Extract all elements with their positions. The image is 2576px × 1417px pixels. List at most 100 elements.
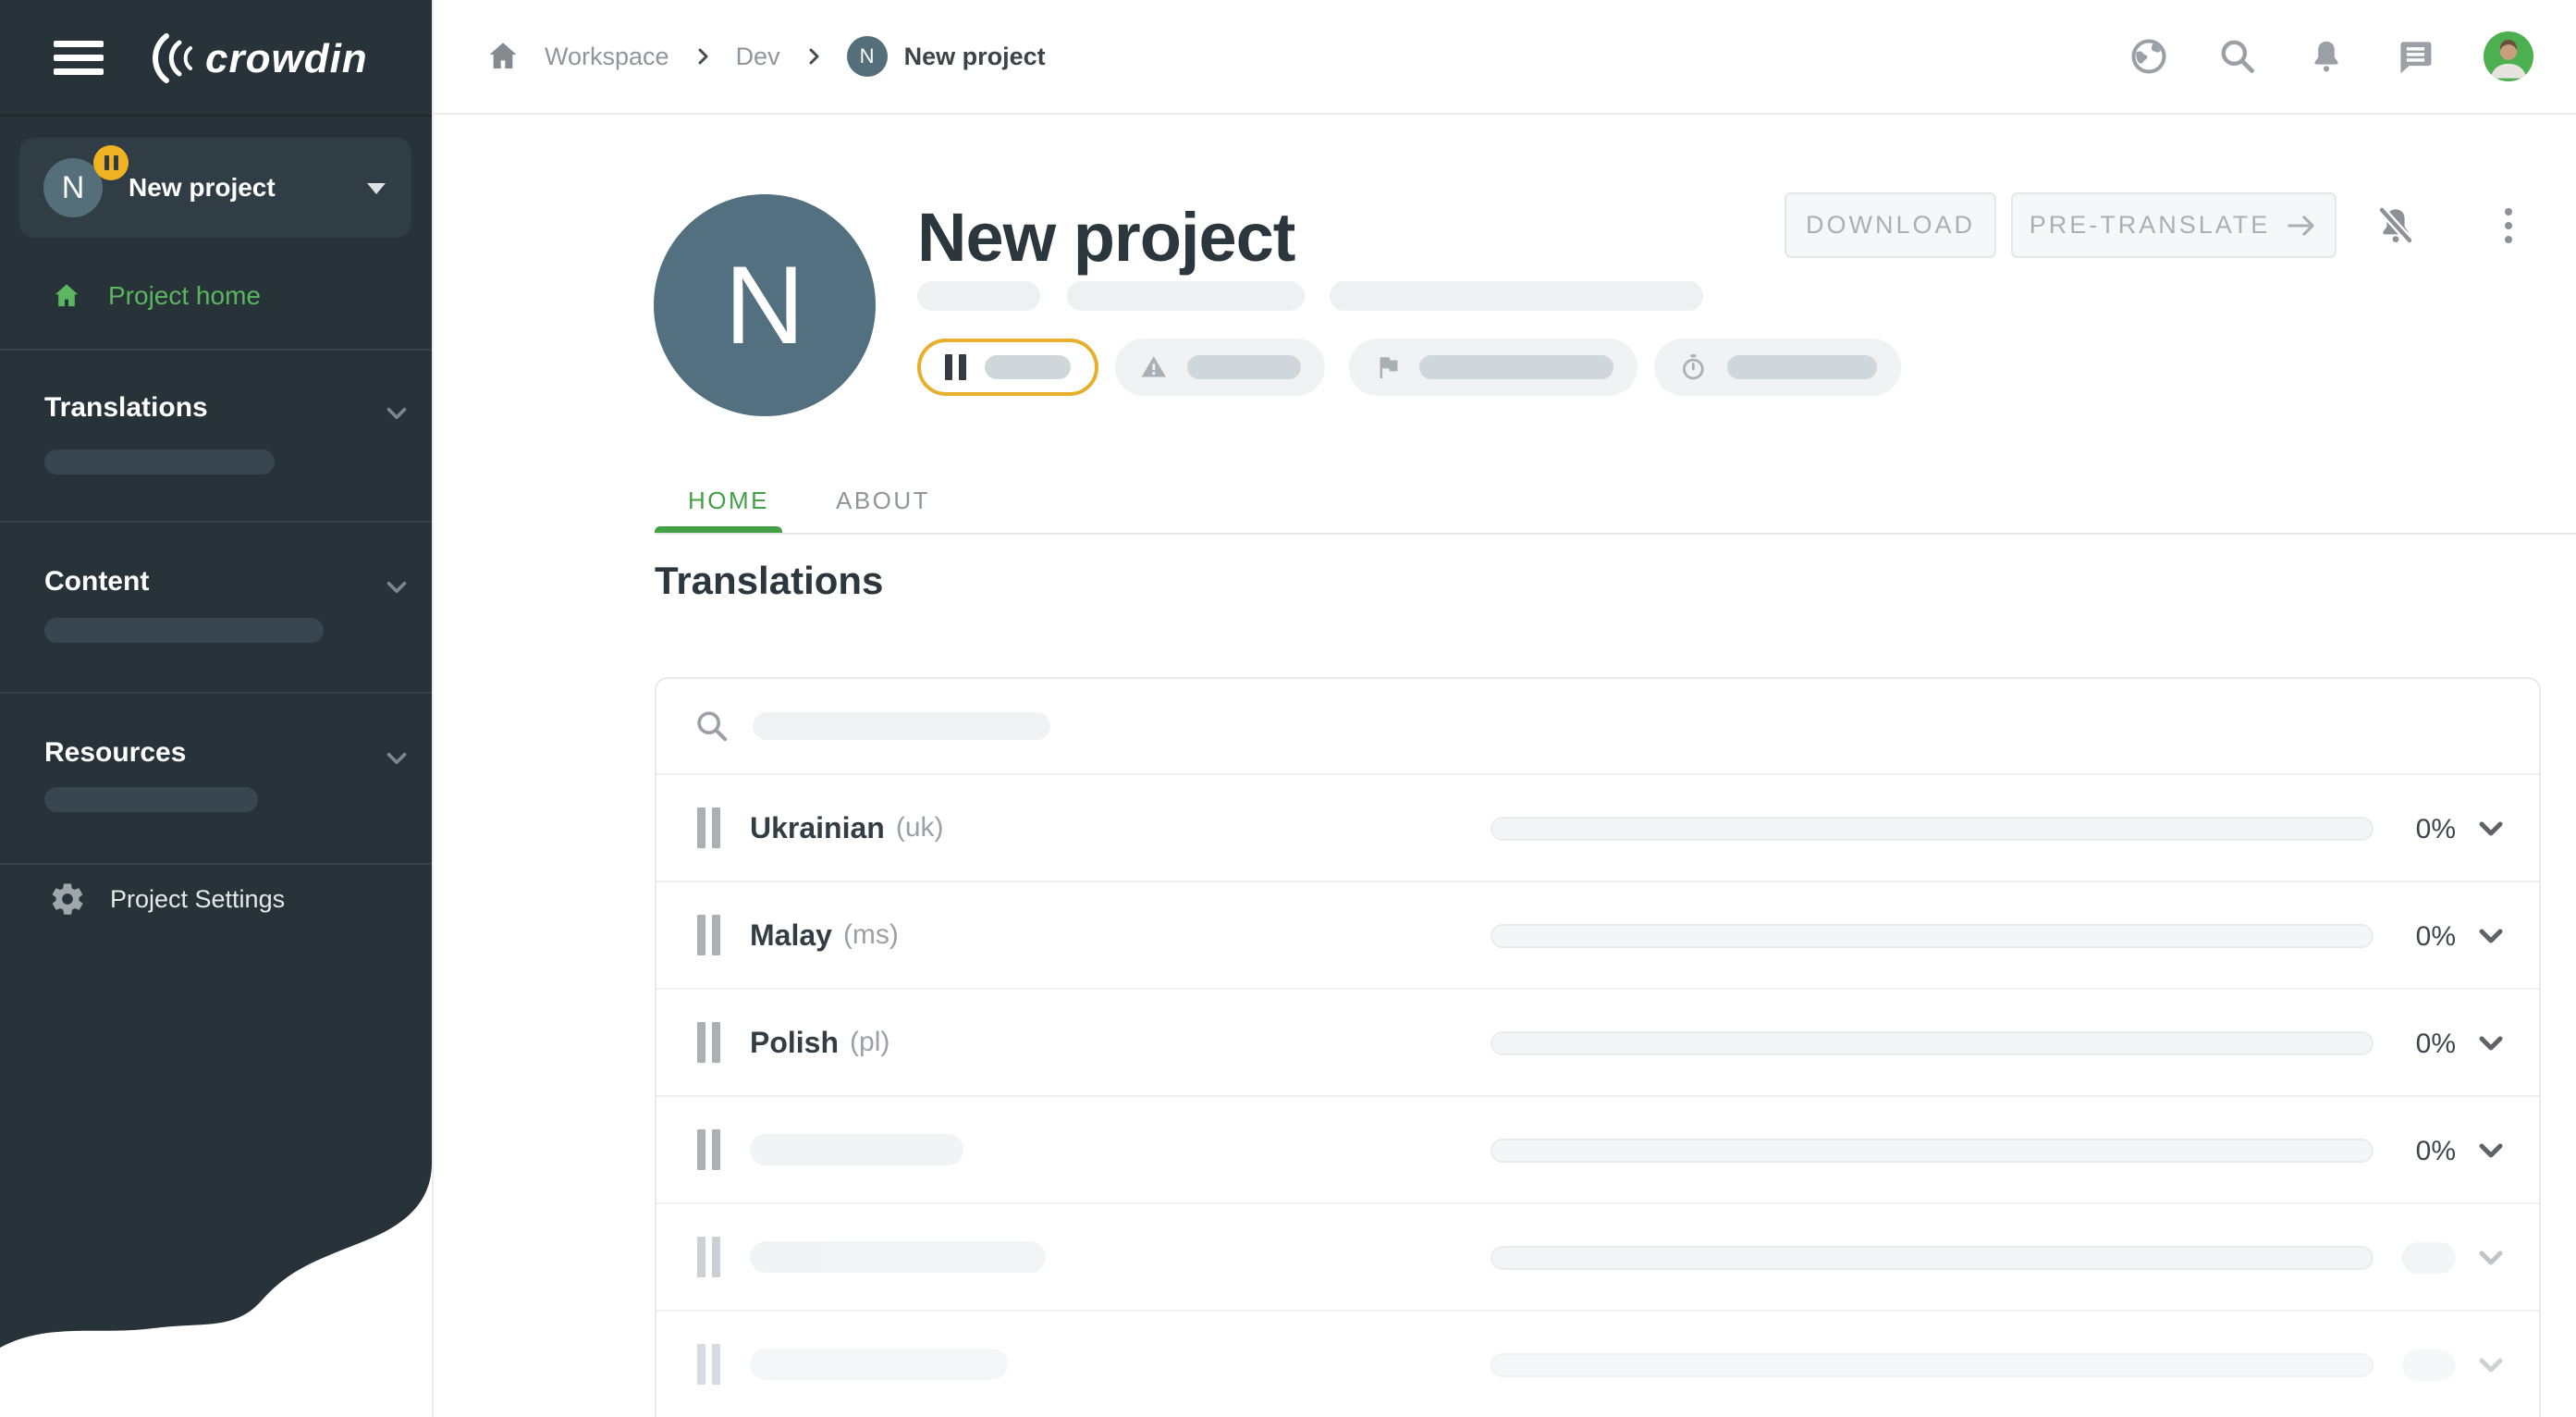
breadcrumb-current-project[interactable]: New project xyxy=(904,43,1046,71)
sidebar-item-label: Project Settings xyxy=(110,885,285,914)
crowdin-project-page: crowdin N New project Project home Trans… xyxy=(0,0,2576,1417)
breadcrumb-project-avatar: N xyxy=(847,36,888,77)
progress-percent: 0% xyxy=(2326,1136,2456,1167)
sidebar-divider xyxy=(0,863,432,865)
activity-chip[interactable] xyxy=(1654,339,1901,396)
chevron-right-icon xyxy=(803,45,825,68)
progress-percent: 0% xyxy=(2326,921,2456,953)
gear-icon xyxy=(49,881,86,918)
sidebar-wave-decoration xyxy=(0,1150,432,1364)
sidebar: crowdin N New project Project home Trans… xyxy=(0,0,434,1417)
breadcrumb: Workspace Dev N New project xyxy=(484,0,1046,113)
header-skeleton xyxy=(1330,281,1703,311)
sidebar-divider xyxy=(0,692,432,694)
issues-chip[interactable] xyxy=(1115,339,1325,396)
translations-section-title: Translations xyxy=(655,559,883,603)
sidebar-item-project-home[interactable]: Project home xyxy=(49,279,261,313)
chevron-down-icon[interactable] xyxy=(381,572,412,603)
breadcrumb-item-dev[interactable]: Dev xyxy=(736,43,780,71)
pause-icon xyxy=(697,807,720,848)
progress-percent: 0% xyxy=(2326,814,2456,845)
pause-icon xyxy=(697,915,720,955)
chevron-down-icon[interactable] xyxy=(2472,810,2509,847)
sidebar-section-resources[interactable]: Resources xyxy=(44,737,186,769)
chevron-down-icon[interactable] xyxy=(2472,918,2509,955)
arrow-right-icon xyxy=(2287,214,2318,238)
language-search-input[interactable] xyxy=(656,679,2539,775)
more-options-kebab-icon[interactable] xyxy=(2488,205,2529,246)
language-row-polish[interactable]: Polish (pl) 0% xyxy=(656,990,2539,1097)
account-avatar[interactable] xyxy=(2484,31,2533,81)
chevron-down-icon[interactable] xyxy=(2472,1132,2509,1169)
progress-bar xyxy=(1490,924,2374,948)
breadcrumb-item-workspace[interactable]: Workspace xyxy=(545,43,669,71)
percent-skeleton xyxy=(2402,1242,2456,1274)
tab-home[interactable]: HOME xyxy=(655,475,803,525)
download-button[interactable]: DOWNLOAD xyxy=(1785,192,1996,258)
progress-bar xyxy=(1490,1139,2374,1163)
mute-notifications-bell-off-icon[interactable] xyxy=(2374,203,2418,248)
progress-bar xyxy=(1490,1353,2374,1377)
language-row-loading[interactable]: 0% xyxy=(656,1097,2539,1204)
name-skeleton xyxy=(750,1134,963,1165)
sidebar-section-content[interactable]: Content xyxy=(44,566,149,598)
chip-skeleton xyxy=(1187,355,1301,379)
progress-bar xyxy=(1490,1031,2374,1055)
chevron-down-icon[interactable] xyxy=(2472,1347,2509,1384)
pause-icon xyxy=(697,1344,720,1385)
project-switcher-name: New project xyxy=(129,173,276,203)
topbar-actions xyxy=(2128,0,2533,113)
chip-skeleton xyxy=(985,355,1071,379)
pause-icon xyxy=(697,1129,720,1170)
chevron-down-icon[interactable] xyxy=(381,398,412,429)
header-skeleton xyxy=(917,281,1040,311)
sidebar-topbar-divider xyxy=(0,115,432,117)
chevron-down-icon[interactable] xyxy=(381,743,412,774)
language-row-loading[interactable] xyxy=(656,1204,2539,1312)
main-content: N New project xyxy=(434,117,2576,1417)
home-icon[interactable] xyxy=(484,37,522,76)
stopwatch-icon xyxy=(1678,351,1709,383)
crowdin-logo[interactable]: crowdin xyxy=(129,30,407,87)
search-icon[interactable] xyxy=(2217,36,2258,77)
menu-hamburger-icon[interactable] xyxy=(54,41,104,82)
sidebar-section-translations[interactable]: Translations xyxy=(44,392,208,424)
chevron-down-icon[interactable] xyxy=(2472,1025,2509,1062)
sidebar-skeleton xyxy=(44,787,258,812)
project-switcher[interactable]: N New project xyxy=(19,138,411,238)
name-skeleton xyxy=(750,1241,1046,1273)
language-row-ukrainian[interactable]: Ukrainian (uk) 0% xyxy=(656,775,2539,882)
project-avatar-large: N xyxy=(654,194,876,416)
progress-bar xyxy=(1490,1246,2374,1270)
chevron-down-icon[interactable] xyxy=(2472,1239,2509,1276)
status-badge-paused[interactable] xyxy=(917,339,1098,396)
sidebar-item-project-settings[interactable]: Project Settings xyxy=(49,881,285,918)
language-row-malay[interactable]: Malay (ms) 0% xyxy=(656,882,2539,990)
sidebar-item-label: Project home xyxy=(108,281,261,311)
sidebar-skeleton xyxy=(44,618,324,643)
pause-icon xyxy=(945,354,966,380)
target-languages-chip[interactable] xyxy=(1349,339,1638,396)
progress-percent: 0% xyxy=(2326,1029,2456,1060)
messages-chat-icon[interactable] xyxy=(2395,36,2435,77)
chip-skeleton xyxy=(1419,355,1613,379)
notifications-bell-icon[interactable] xyxy=(2306,36,2347,77)
sidebar-divider xyxy=(0,349,432,351)
pre-translate-button[interactable]: PRE-TRANSLATE xyxy=(2011,192,2337,258)
tab-about[interactable]: ABOUT xyxy=(803,475,963,525)
topbar: Workspace Dev N New project xyxy=(434,0,2576,115)
caret-down-icon xyxy=(367,183,386,194)
pause-icon xyxy=(697,1022,720,1063)
chip-skeleton xyxy=(1727,355,1877,379)
sidebar-skeleton xyxy=(44,450,275,474)
pause-icon xyxy=(697,1237,720,1277)
progress-bar xyxy=(1490,817,2374,841)
sidebar-divider xyxy=(0,521,432,523)
page-title: New project xyxy=(917,198,1294,277)
tab-bar-divider xyxy=(655,533,2576,535)
language-row-loading[interactable] xyxy=(656,1312,2539,1417)
language-globe-icon[interactable] xyxy=(2128,36,2169,77)
header-skeleton xyxy=(1067,281,1305,311)
warning-triangle-icon xyxy=(1139,352,1169,382)
person-photo xyxy=(2484,31,2533,81)
